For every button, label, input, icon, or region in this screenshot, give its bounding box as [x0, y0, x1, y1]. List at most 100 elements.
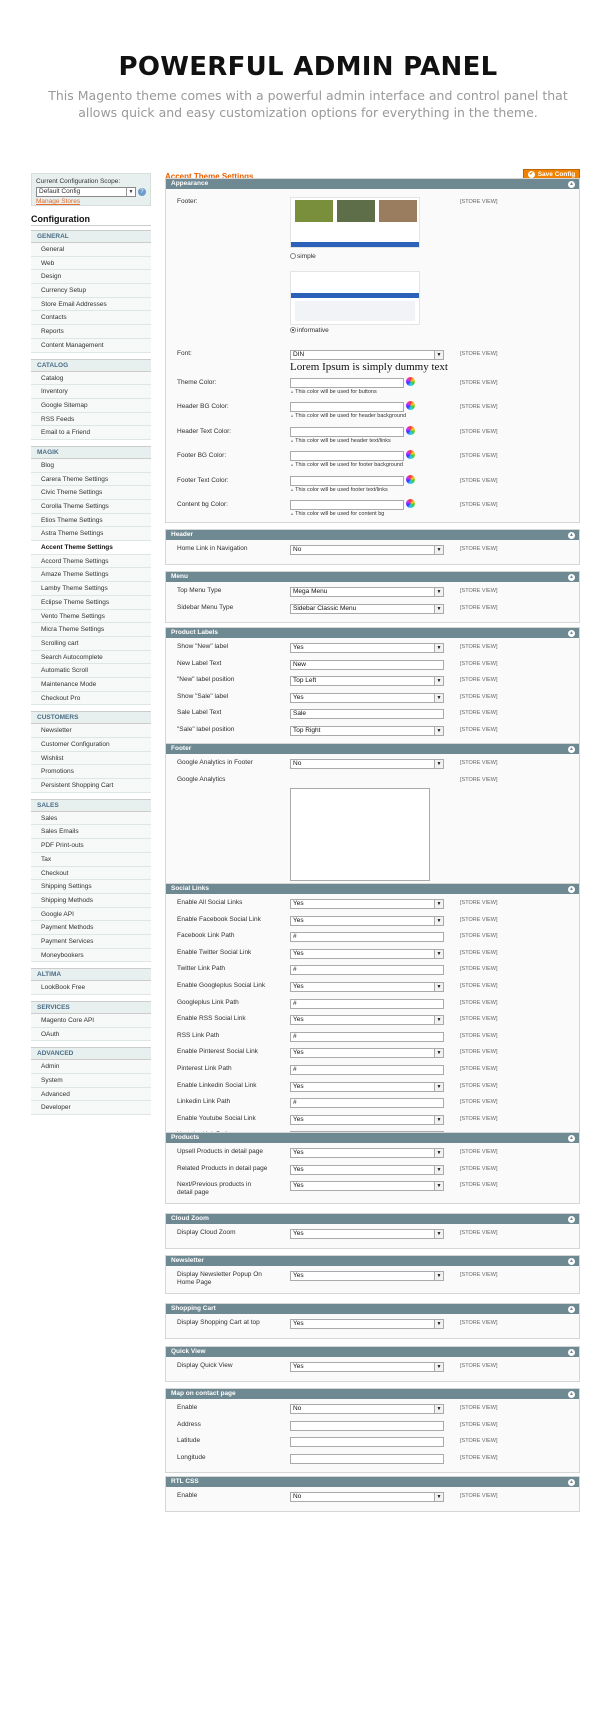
select-field[interactable]: Yes ▼	[290, 643, 444, 653]
color-input[interactable]	[290, 475, 404, 486]
fieldset-header[interactable]: Newsletter ▲	[166, 1256, 579, 1266]
sidebar-item-corolla-theme-settings[interactable]: Corolla Theme Settings	[31, 500, 151, 514]
color-picker-icon[interactable]	[406, 425, 415, 435]
fieldset-header[interactable]: Header ▲	[166, 530, 579, 540]
select-field[interactable]: Yes ▼	[290, 982, 444, 992]
select-field[interactable]: Yes ▼	[290, 1114, 444, 1125]
select-field[interactable]: No ▼	[290, 545, 444, 555]
select-field[interactable]: No ▼	[290, 759, 444, 769]
color-input[interactable]	[290, 378, 404, 388]
fieldset-header[interactable]: Cloud Zoom ▲	[166, 1214, 579, 1224]
select-field[interactable]: No ▼	[290, 1492, 444, 1502]
sidebar-item-automatic-scroll[interactable]: Automatic Scroll	[31, 664, 151, 678]
fieldset-header[interactable]: Menu ▲	[166, 572, 579, 582]
text-field[interactable]: #	[290, 932, 444, 943]
collapse-icon[interactable]: ▲	[568, 1134, 575, 1142]
color-input[interactable]	[290, 500, 404, 510]
sidebar-item-sales-emails[interactable]: Sales Emails	[31, 825, 151, 840]
select-field[interactable]: Yes ▼	[290, 1048, 444, 1059]
color-picker-icon[interactable]	[406, 474, 415, 484]
scope-select[interactable]: Default Config ▼	[36, 187, 136, 197]
color-input[interactable]	[290, 451, 404, 462]
sidebar-item-catalog[interactable]: Catalog	[31, 371, 151, 386]
collapse-icon[interactable]: ▲	[568, 745, 575, 753]
sidebar-item-email-to-a-friend[interactable]: Email to a Friend	[31, 426, 151, 440]
text-field[interactable]	[290, 1420, 444, 1431]
sidebar-item-design[interactable]: Design	[31, 270, 151, 285]
select-field[interactable]: Yes ▼	[290, 692, 444, 703]
sidebar-item-admin[interactable]: Admin	[31, 1060, 151, 1075]
sidebar-item-civic-theme-settings[interactable]: Civic Theme Settings	[31, 486, 151, 500]
sidebar-item-accord-theme-settings[interactable]: Accord Theme Settings	[31, 554, 151, 569]
text-field[interactable]: #	[290, 1065, 444, 1075]
select-field[interactable]: Top Right ▼	[290, 726, 444, 736]
collapse-icon[interactable]: ▲	[568, 1257, 575, 1265]
select-field[interactable]: Yes ▼	[290, 1148, 444, 1158]
select-field[interactable]: Sidebar Classic Menu ▼	[290, 603, 444, 614]
sidebar-item-etios-theme-settings[interactable]: Etios Theme Settings	[31, 513, 151, 528]
sidebar-item-sales[interactable]: Sales	[31, 811, 151, 826]
sidebar-item-inventory[interactable]: Inventory	[31, 385, 151, 399]
sidebar-item-reports[interactable]: Reports	[31, 325, 151, 339]
text-field[interactable]: #	[290, 998, 444, 1009]
sidebar-item-advanced[interactable]: Advanced	[31, 1087, 151, 1102]
fieldset-header[interactable]: Social Links ▲	[166, 884, 579, 894]
sidebar-item-carera-theme-settings[interactable]: Carera Theme Settings	[31, 472, 151, 487]
color-input[interactable]	[290, 402, 404, 413]
font-select[interactable]: DIN ▼	[290, 350, 444, 360]
sidebar-item-amaze-theme-settings[interactable]: Amaze Theme Settings	[31, 568, 151, 583]
sidebar-item-micra-theme-settings[interactable]: Micra Theme Settings	[31, 623, 151, 637]
sidebar-item-web[interactable]: Web	[31, 256, 151, 271]
text-field[interactable]	[290, 1437, 444, 1448]
sidebar-item-developer[interactable]: Developer	[31, 1101, 151, 1116]
color-picker-icon[interactable]	[406, 499, 415, 508]
sidebar-item-oauth[interactable]: OAuth	[31, 1027, 151, 1042]
select-field[interactable]: Yes ▼	[290, 948, 444, 959]
sidebar-item-wishlist[interactable]: Wishlist	[31, 751, 151, 766]
sidebar-item-checkout-pro[interactable]: Checkout Pro	[31, 691, 151, 706]
sidebar-item-google-api[interactable]: Google API	[31, 907, 151, 922]
collapse-icon[interactable]: ▲	[568, 180, 575, 188]
help-icon[interactable]: ?	[137, 188, 146, 196]
sidebar-item-payment-methods[interactable]: Payment Methods	[31, 921, 151, 935]
fieldset-header[interactable]: Shopping Cart ▲	[166, 1304, 579, 1314]
collapse-icon[interactable]: ▲	[568, 1348, 575, 1356]
sidebar-item-tax[interactable]: Tax	[31, 852, 151, 867]
sidebar-item-accent-theme-settings[interactable]: Accent Theme Settings	[31, 541, 151, 555]
sidebar-item-maintenance-mode[interactable]: Maintenance Mode	[31, 677, 151, 692]
select-field[interactable]: Yes ▼	[290, 1362, 444, 1372]
color-picker-icon[interactable]	[406, 377, 415, 386]
footer-option-simple[interactable]: simple	[290, 253, 316, 260]
google-analytics-textarea[interactable]	[290, 787, 430, 881]
sidebar-item-blog[interactable]: Blog	[31, 458, 151, 473]
fieldset-header[interactable]: Product Labels ▲	[166, 628, 579, 638]
sidebar-item-rss-feeds[interactable]: RSS Feeds	[31, 412, 151, 427]
sidebar-item-checkout[interactable]: Checkout	[31, 866, 151, 881]
fieldset-header[interactable]: RTL CSS ▲	[166, 1477, 579, 1487]
sidebar-item-currency-setup[interactable]: Currency Setup	[31, 284, 151, 298]
fieldset-header[interactable]: Map on contact page ▲	[166, 1389, 579, 1399]
fieldset-header[interactable]: Appearance ▲	[166, 179, 579, 189]
collapse-icon[interactable]: ▲	[568, 1305, 575, 1313]
text-field[interactable]: #	[290, 965, 444, 976]
select-field[interactable]: Yes ▼	[290, 1319, 444, 1329]
color-picker-icon[interactable]	[406, 401, 415, 411]
select-field[interactable]: Yes ▼	[290, 1015, 444, 1026]
radio-button[interactable]	[290, 327, 296, 334]
select-field[interactable]: Yes ▼	[290, 1271, 444, 1281]
color-picker-icon[interactable]	[406, 450, 415, 460]
sidebar-item-vento-theme-settings[interactable]: Vento Theme Settings	[31, 609, 151, 624]
sidebar-item-eclipse-theme-settings[interactable]: Eclipse Theme Settings	[31, 595, 151, 610]
collapse-icon[interactable]: ▲	[568, 1478, 575, 1486]
sidebar-item-content-management[interactable]: Content Management	[31, 338, 151, 353]
sidebar-item-lamby-theme-settings[interactable]: Lamby Theme Settings	[31, 582, 151, 596]
fieldset-header[interactable]: Quick View ▲	[166, 1347, 579, 1357]
sidebar-item-promotions[interactable]: Promotions	[31, 765, 151, 780]
select-field[interactable]: Yes ▼	[290, 1181, 444, 1192]
text-field[interactable]: New	[290, 659, 444, 670]
sidebar-item-store-email-addresses[interactable]: Store Email Addresses	[31, 297, 151, 312]
collapse-icon[interactable]: ▲	[568, 1215, 575, 1223]
sidebar-item-astra-theme-settings[interactable]: Astra Theme Settings	[31, 527, 151, 542]
select-field[interactable]: Yes ▼	[290, 1164, 444, 1175]
sidebar-item-general[interactable]: General	[31, 243, 151, 257]
